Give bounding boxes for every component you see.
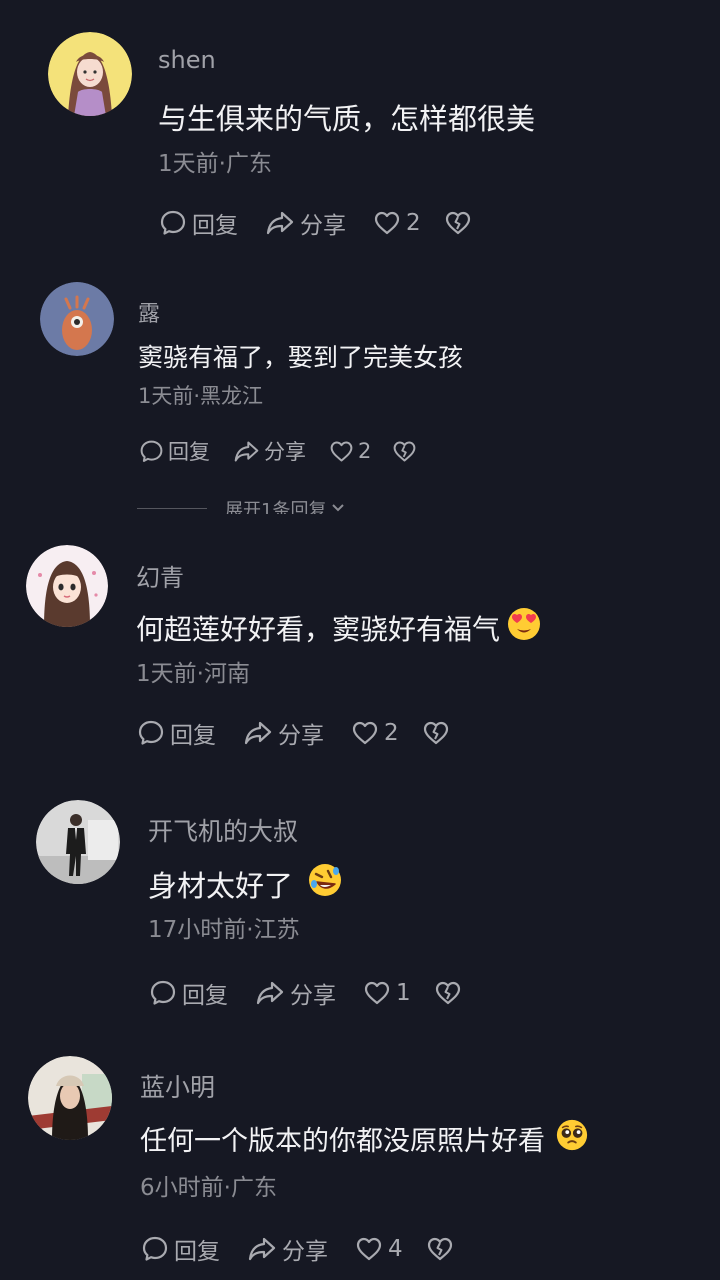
comment-actions: 回复 分享 2 <box>136 716 451 750</box>
avatar[interactable] <box>28 1056 112 1140</box>
comment-text-body: 窦骁有福了，娶到了完美女孩 <box>138 343 464 372</box>
broken-heart-icon <box>425 1234 455 1264</box>
comment-bubble-icon <box>148 978 178 1008</box>
comment-meta: 6小时前·广东 <box>140 1175 277 1201</box>
broken-heart-icon <box>433 978 463 1008</box>
share-arrow-icon <box>232 438 261 465</box>
broken-heart-icon <box>443 208 473 238</box>
comment-text: 任何一个版本的你都没原照片好看 <box>140 1118 589 1159</box>
reply-label: 回复 <box>192 213 238 239</box>
share-label: 分享 <box>290 983 336 1009</box>
reply-label: 回复 <box>170 723 216 749</box>
comment-actions: 回复 分享 4 <box>140 1232 455 1266</box>
like-count: 2 <box>384 720 399 746</box>
comment-author[interactable]: 幻青 <box>136 558 184 593</box>
like-count: 4 <box>388 1236 403 1262</box>
comment-text: 身材太好了 <box>148 862 343 905</box>
reply-button[interactable]: 回复 <box>136 716 216 750</box>
share-label: 分享 <box>300 213 346 239</box>
comment-bubble-icon <box>138 438 165 465</box>
avatar[interactable] <box>36 800 120 884</box>
avatar[interactable] <box>40 282 114 356</box>
reply-label: 回复 <box>174 1239 220 1265</box>
dislike-button[interactable] <box>443 208 473 238</box>
comment-author[interactable]: shen <box>158 46 216 74</box>
comment-meta: 17小时前·江苏 <box>148 917 300 943</box>
chevron-down-icon <box>330 496 346 514</box>
reply-button[interactable]: 回复 <box>148 976 228 1010</box>
comment-text-body: 何超莲好好看，窦骁好有福气 <box>136 612 501 646</box>
expand-replies-label: 展开1条回复 <box>225 500 327 514</box>
dislike-button[interactable] <box>421 718 451 748</box>
like-button[interactable]: 2 <box>350 718 399 748</box>
share-button[interactable]: 分享 <box>254 976 336 1010</box>
heart-eyes-emoji <box>506 606 542 649</box>
dislike-button[interactable] <box>433 978 463 1008</box>
share-label: 分享 <box>282 1239 328 1265</box>
comment-actions: 回复 分享 2 <box>158 206 473 240</box>
reply-label: 回复 <box>168 440 210 464</box>
broken-heart-icon <box>391 438 418 465</box>
comment-author[interactable]: 露 <box>138 296 160 328</box>
heart-outline-icon <box>328 438 355 465</box>
like-count: 2 <box>358 439 372 463</box>
heart-outline-icon <box>350 718 380 748</box>
dislike-button[interactable] <box>391 438 418 465</box>
heart-outline-icon <box>354 1234 384 1264</box>
like-count: 2 <box>406 210 421 236</box>
share-button[interactable]: 分享 <box>264 206 346 240</box>
comment-meta: 1天前·广东 <box>158 151 272 177</box>
heart-outline-icon <box>362 978 392 1008</box>
comment-bubble-icon <box>158 208 188 238</box>
share-button[interactable]: 分享 <box>232 436 306 466</box>
reply-button[interactable]: 回复 <box>138 436 210 466</box>
like-button[interactable]: 2 <box>328 438 371 465</box>
comment-text: 与生俱来的气质，怎样都很美 <box>158 96 535 138</box>
expand-replies-button[interactable]: 展开1条回复 <box>137 496 346 514</box>
comment-bubble-icon <box>140 1234 170 1264</box>
share-label: 分享 <box>264 440 306 464</box>
pleading-face-emoji <box>555 1118 589 1159</box>
comment-text-body: 与生俱来的气质，怎样都很美 <box>158 102 536 136</box>
comment-author[interactable]: 蓝小明 <box>140 1068 215 1104</box>
comment-bubble-icon <box>136 718 166 748</box>
broken-heart-icon <box>421 718 451 748</box>
reply-button[interactable]: 回复 <box>140 1232 220 1266</box>
like-button[interactable]: 2 <box>372 208 421 238</box>
comment-meta: 1天前·黑龙江 <box>138 384 264 408</box>
comment-text-body: 身材太好了 <box>148 868 294 903</box>
avatar[interactable] <box>26 545 108 627</box>
share-button[interactable]: 分享 <box>242 716 324 750</box>
comment-text-body: 任何一个版本的你都没原照片好看 <box>140 1126 545 1157</box>
share-label: 分享 <box>278 723 324 749</box>
comment-actions: 回复 分享 2 <box>138 436 418 466</box>
dislike-button[interactable] <box>425 1234 455 1264</box>
share-arrow-icon <box>242 718 274 748</box>
comment-text: 窦骁有福了，娶到了完美女孩 <box>138 338 463 374</box>
rolling-laughing-emoji <box>307 862 343 905</box>
share-arrow-icon <box>254 978 286 1008</box>
divider <box>137 508 207 509</box>
reply-label: 回复 <box>182 983 228 1009</box>
comment-text: 何超莲好好看，窦骁好有福气 <box>136 606 542 649</box>
reply-button[interactable]: 回复 <box>158 206 238 240</box>
comment-author[interactable]: 开飞机的大叔 <box>148 812 298 848</box>
like-count: 1 <box>396 980 411 1006</box>
comment-meta: 1天前·河南 <box>136 661 250 687</box>
share-button[interactable]: 分享 <box>246 1232 328 1266</box>
comment-actions: 回复 分享 1 <box>148 976 463 1010</box>
share-arrow-icon <box>246 1234 278 1264</box>
avatar[interactable] <box>48 32 132 116</box>
heart-outline-icon <box>372 208 402 238</box>
like-button[interactable]: 4 <box>354 1234 403 1264</box>
like-button[interactable]: 1 <box>362 978 411 1008</box>
share-arrow-icon <box>264 208 296 238</box>
